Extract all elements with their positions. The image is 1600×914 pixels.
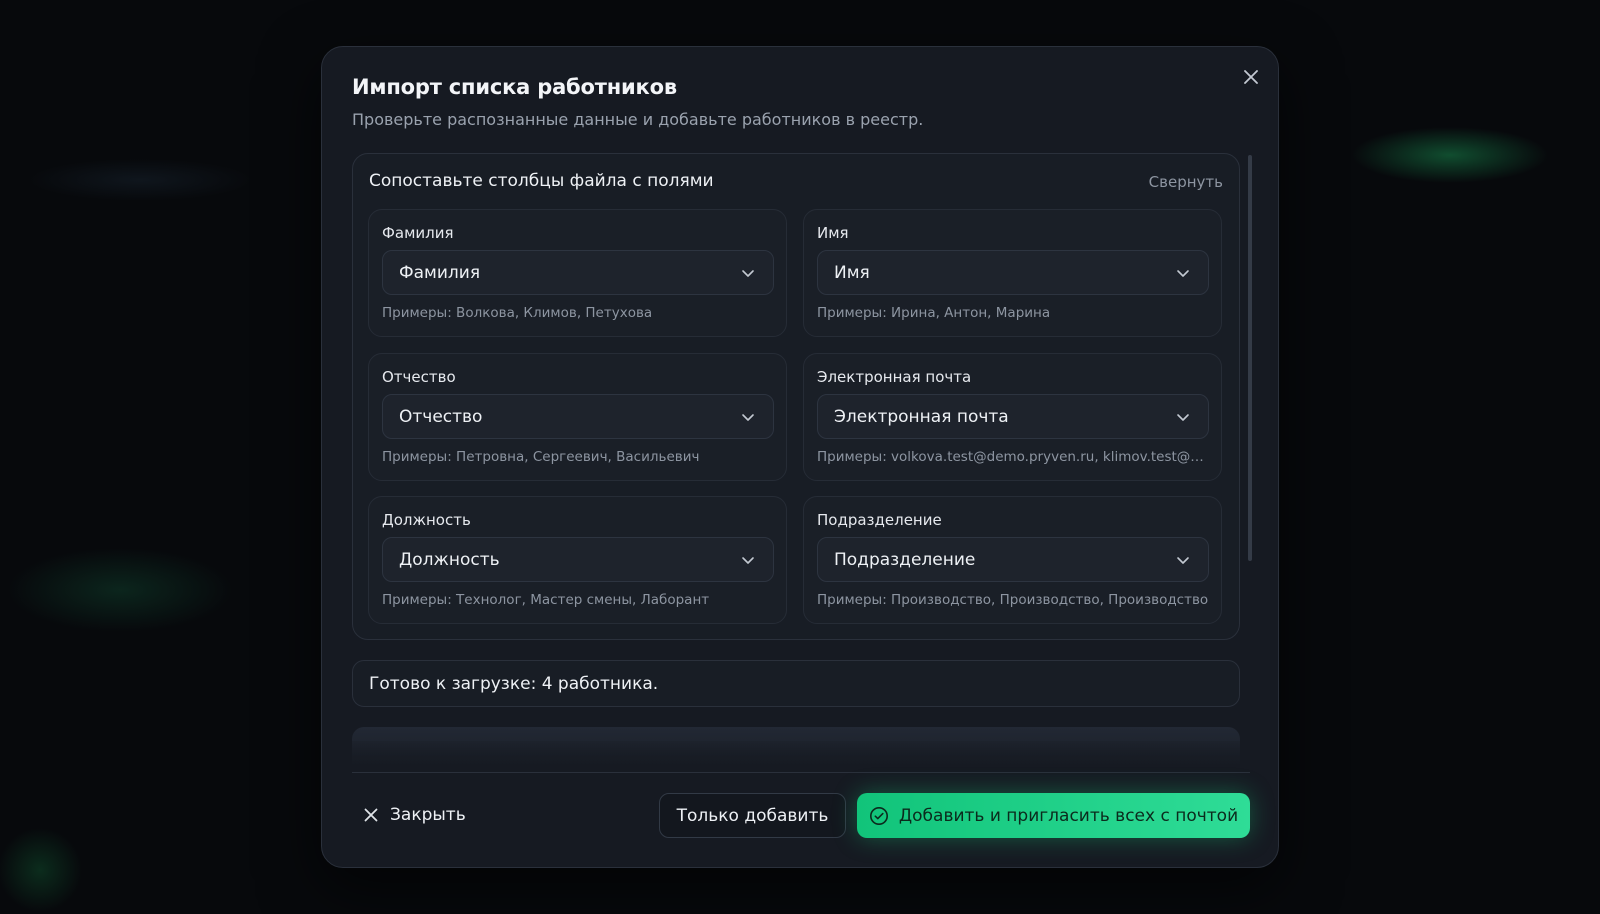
add-and-invite-button[interactable]: Добавить и пригласить всех с почтой [857,793,1250,838]
chevron-down-icon [1177,557,1189,564]
field-card-first-name: Имя Имя Примеры: Ирина, Антон, Марина [803,209,1222,337]
field-label: Должность [382,511,471,529]
dialog-close-button[interactable] [1240,66,1262,88]
footer-divider [352,772,1250,773]
select-value: Фамилия [399,262,481,283]
close-icon [364,808,378,822]
field-examples: Примеры: volkova.test@demo.pryven.ru, kl… [817,449,1209,465]
dialog-scroll-area[interactable]: Сопоставьте столбцы файла с полями Сверн… [352,153,1250,789]
select-value: Электронная почта [834,406,1009,427]
field-examples: Примеры: Производство, Производство, Про… [817,592,1209,608]
field-card-last-name: Фамилия Фамилия Примеры: Волкова, Климов… [368,209,787,337]
dialog-title: Импорт списка работников [352,75,677,99]
only-add-button[interactable]: Только добавить [659,793,846,838]
field-examples: Примеры: Технолог, Мастер смены, Лаборан… [382,592,710,608]
chevron-down-icon [1177,414,1189,421]
field-examples: Примеры: Волкова, Климов, Петухова [382,305,653,321]
field-card-email: Электронная почта Электронная почта Прим… [803,353,1222,481]
field-label: Фамилия [382,224,454,242]
first-name-select[interactable]: Имя [817,250,1209,295]
select-value: Должность [399,549,500,570]
field-label: Имя [817,224,849,242]
select-value: Отчество [399,406,483,427]
field-examples: Примеры: Ирина, Антон, Марина [817,305,1051,321]
field-card-patronymic: Отчество Отчество Примеры: Петровна, Сер… [368,353,787,481]
field-label: Электронная почта [817,368,972,386]
close-button-label: Закрыть [390,805,466,825]
close-button[interactable]: Закрыть [364,791,466,839]
field-card-department: Подразделение Подразделение Примеры: Про… [803,496,1222,624]
department-select[interactable]: Подразделение [817,537,1209,582]
column-mapping-card: Сопоставьте столбцы файла с полями Сверн… [352,153,1240,640]
select-value: Имя [834,262,870,283]
scroll-fade [352,741,1250,789]
add-and-invite-button-label: Добавить и пригласить всех с почтой [898,805,1239,826]
field-examples: Примеры: Петровна, Сергеевич, Васильевич [382,449,700,465]
select-value: Подразделение [834,549,976,570]
field-card-position: Должность Должность Примеры: Технолог, М… [368,496,787,624]
field-label: Подразделение [817,511,942,529]
chevron-down-icon [742,270,754,277]
mapping-title: Сопоставьте столбцы файла с полями [369,171,714,191]
dialog-subtitle: Проверьте распознанные данные и добавьте… [352,110,924,129]
field-label: Отчество [382,368,456,386]
import-dialog: Импорт списка работников Проверьте распо… [321,46,1279,868]
patronymic-select[interactable]: Отчество [382,394,774,439]
scrollbar-thumb[interactable] [1248,155,1252,561]
position-select[interactable]: Должность [382,537,774,582]
ready-status: Готово к загрузке: 4 работника. [352,660,1240,707]
last-name-select[interactable]: Фамилия [382,250,774,295]
only-add-button-label: Только добавить [676,805,829,826]
close-icon [1244,70,1258,84]
chevron-down-icon [1177,270,1189,277]
chevron-down-icon [742,414,754,421]
check-circle-icon [869,806,888,825]
chevron-down-icon [742,557,754,564]
email-select[interactable]: Электронная почта [817,394,1209,439]
collapse-button[interactable]: Свернуть [1149,173,1223,191]
